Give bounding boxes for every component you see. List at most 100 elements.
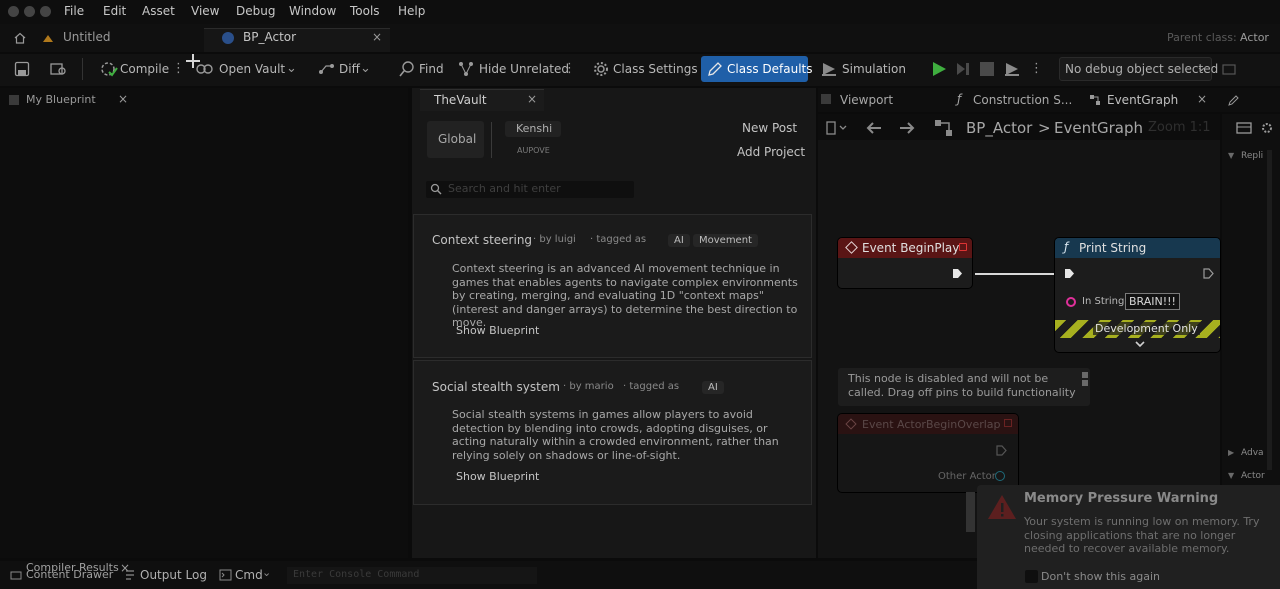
compile-options-icon[interactable]: ⋮ <box>172 61 185 76</box>
forward-arrow-icon[interactable] <box>898 121 916 135</box>
hide-unrelated-icon[interactable] <box>458 61 474 77</box>
details-gear-icon[interactable] <box>1260 121 1274 135</box>
tab-untitled[interactable]: Untitled <box>63 30 110 44</box>
exec-out-pin[interactable] <box>1203 268 1214 279</box>
parent-class-value[interactable]: Actor <box>1240 31 1269 44</box>
parent-class-label: Parent class: <box>1167 31 1237 44</box>
open-vault-chevron-down-icon[interactable]: ⌄ <box>286 61 297 76</box>
output-log-button[interactable]: Output Log <box>140 568 207 582</box>
details-section-advanced[interactable]: Adva <box>1241 448 1264 458</box>
play-button[interactable] <box>931 61 947 77</box>
exec-in-pin[interactable] <box>1064 268 1075 279</box>
vault-close-icon[interactable]: × <box>527 92 537 106</box>
save-icon[interactable] <box>14 61 30 77</box>
output-log-icon[interactable] <box>124 569 136 581</box>
panel-drag-icon[interactable] <box>9 95 19 105</box>
breadcrumb-separator: > <box>1038 119 1051 137</box>
tab-close-icon[interactable]: × <box>372 30 382 44</box>
my-blueprint-title[interactable]: My Blueprint <box>26 93 96 106</box>
tab-eventgraph[interactable]: EventGraph <box>1107 93 1178 107</box>
bookmark-icon[interactable] <box>826 120 848 136</box>
details-table-icon[interactable] <box>1236 121 1252 135</box>
in-string-input[interactable]: BRAIN!!! <box>1125 293 1180 310</box>
diff-chevron-down-icon[interactable]: ⌄ <box>360 61 371 76</box>
gear-icon[interactable] <box>593 61 609 77</box>
expand-chevron-icon[interactable] <box>1134 340 1146 348</box>
class-settings-button[interactable]: Class Settings <box>613 62 698 76</box>
object-pin[interactable] <box>995 471 1005 481</box>
add-project-link[interactable]: Add Project <box>737 145 805 159</box>
breadcrumb-root[interactable]: BP_Actor <box>966 119 1032 137</box>
open-vault-button[interactable]: Open Vault <box>219 62 285 76</box>
event-delegate-pin[interactable] <box>959 243 967 251</box>
user-name: Kenshi <box>516 122 553 135</box>
console-command-placeholder: Enter Console Command <box>293 569 420 580</box>
breadcrumb-current[interactable]: EventGraph <box>1054 119 1143 137</box>
window-close-button[interactable] <box>8 6 19 17</box>
diff-icon[interactable] <box>318 62 336 76</box>
menu-tools[interactable]: Tools <box>350 4 380 18</box>
eventgraph-close-icon[interactable]: × <box>1197 92 1207 106</box>
details-pencil-icon[interactable] <box>1228 94 1240 106</box>
menu-window[interactable]: Window <box>289 4 336 18</box>
string-pin[interactable] <box>1066 297 1076 307</box>
back-arrow-icon[interactable] <box>865 121 883 135</box>
tag-chip[interactable]: AI <box>668 234 690 247</box>
menu-view[interactable]: View <box>191 4 219 18</box>
compile-icon[interactable] <box>100 60 118 78</box>
simulation-button[interactable]: Simulation <box>842 62 906 76</box>
compiler-results-tab[interactable]: Compiler Results <box>26 561 119 574</box>
menu-debug[interactable]: Debug <box>236 4 275 18</box>
hide-unrelated-button[interactable]: Hide Unrelated <box>479 62 569 76</box>
event-delegate-pin[interactable] <box>1004 419 1012 427</box>
tab-construction-script[interactable]: Construction S... <box>973 93 1072 107</box>
play-options-icon[interactable]: ⋮ <box>1030 61 1043 76</box>
comment-pin-icon[interactable] <box>1080 371 1090 387</box>
stop-icon[interactable] <box>980 62 994 76</box>
cmd-chevron-down-icon[interactable]: ⌄ <box>262 566 271 579</box>
level-icon <box>42 32 54 44</box>
details-section-replication[interactable]: Repli <box>1241 151 1263 161</box>
eject-icon[interactable] <box>1004 61 1020 77</box>
show-blueprint-button[interactable]: Show Blueprint <box>456 324 539 337</box>
details-expand-arrow-icon[interactable]: ▶ <box>1228 448 1234 457</box>
diff-button[interactable]: Diff <box>339 62 360 76</box>
cmd-icon[interactable] <box>219 569 232 581</box>
tab-viewport[interactable]: Viewport <box>840 93 893 107</box>
home-icon[interactable] <box>14 32 26 44</box>
details-collapse-arrow-icon[interactable]: ▼ <box>1228 471 1234 480</box>
window-minimize-button[interactable] <box>24 6 35 17</box>
show-blueprint-button[interactable]: Show Blueprint <box>456 470 539 483</box>
menu-file[interactable]: File <box>64 4 84 18</box>
viewport-drag-icon[interactable] <box>821 94 831 104</box>
details-scrollbar[interactable] <box>1267 150 1272 470</box>
menu-help[interactable]: Help <box>398 4 425 18</box>
my-blueprint-close-icon[interactable]: × <box>118 92 128 106</box>
post-title[interactable]: Social stealth system <box>432 380 560 394</box>
exec-out-pin[interactable] <box>952 268 963 279</box>
new-post-link[interactable]: New Post <box>742 121 797 135</box>
exec-out-pin[interactable] <box>996 445 1007 456</box>
dont-show-label[interactable]: Don't show this again <box>1041 570 1160 583</box>
dont-show-checkbox[interactable] <box>1025 570 1038 583</box>
find-icon[interactable] <box>399 61 415 77</box>
menu-asset[interactable]: Asset <box>142 4 175 18</box>
window-zoom-button[interactable] <box>40 6 51 17</box>
simulation-icon[interactable] <box>821 61 837 77</box>
vault-icon[interactable] <box>196 62 214 76</box>
find-button[interactable]: Find <box>419 62 444 76</box>
menu-edit[interactable]: Edit <box>103 4 126 18</box>
details-section-actor[interactable]: Actor <box>1241 471 1265 481</box>
content-drawer-icon[interactable] <box>10 569 22 581</box>
step-icon[interactable] <box>955 61 971 77</box>
hide-unrelated-options-icon[interactable]: ⋮ <box>563 61 576 76</box>
compile-button[interactable]: Compile <box>120 62 169 76</box>
cmd-selector[interactable]: Cmd <box>235 568 263 582</box>
tag-chip[interactable]: Movement <box>693 234 758 247</box>
debug-filter-icon[interactable] <box>1222 62 1236 76</box>
details-collapse-arrow-icon[interactable]: ▼ <box>1228 151 1234 160</box>
browse-icon[interactable] <box>50 61 68 77</box>
post-title[interactable]: Context steering <box>432 233 532 247</box>
tag-chip[interactable]: AI <box>702 381 724 394</box>
event-overlap-title: Event ActorBeginOverlap <box>862 418 1001 431</box>
